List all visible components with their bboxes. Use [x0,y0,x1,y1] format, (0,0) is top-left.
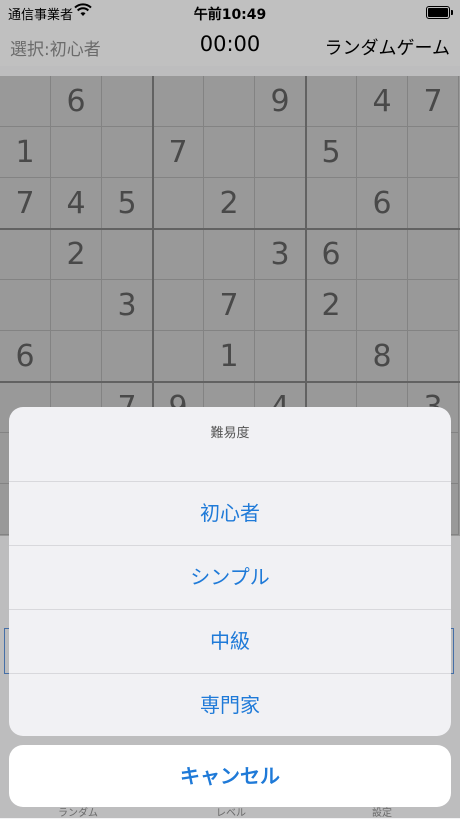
action-sheet-title: 難易度 [210,426,250,441]
option-intermediate[interactable]: 中級 [9,609,451,673]
option-beginner[interactable]: 初心者 [9,481,451,545]
option-expert[interactable]: 専門家 [9,673,451,736]
difficulty-action-sheet: 難易度 初心者 シンプル 中級 専門家 [9,407,451,736]
option-simple[interactable]: シンプル [9,545,451,609]
cancel-button[interactable]: キャンセル [9,745,451,807]
